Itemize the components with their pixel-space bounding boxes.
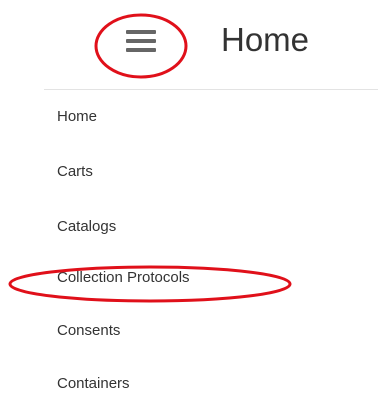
sidebar-item-containers[interactable]: Containers xyxy=(57,374,130,394)
menu-bar-top xyxy=(126,30,156,34)
sidebar-item-home[interactable]: Home xyxy=(57,107,97,127)
sidebar-item-carts[interactable]: Carts xyxy=(57,162,93,182)
page-title: Home xyxy=(221,21,310,58)
menu-bar-middle xyxy=(126,39,156,43)
sidebar-item-consents[interactable]: Consents xyxy=(57,321,120,341)
hamburger-menu-icon[interactable] xyxy=(118,22,164,60)
sidebar-item-catalogs[interactable]: Catalogs xyxy=(57,217,116,237)
page-header: Home xyxy=(0,0,378,90)
menu-bar-bottom xyxy=(126,48,156,52)
sidebar-item-collection-protocols[interactable]: Collection Protocols xyxy=(57,268,190,288)
header-divider xyxy=(44,89,378,90)
